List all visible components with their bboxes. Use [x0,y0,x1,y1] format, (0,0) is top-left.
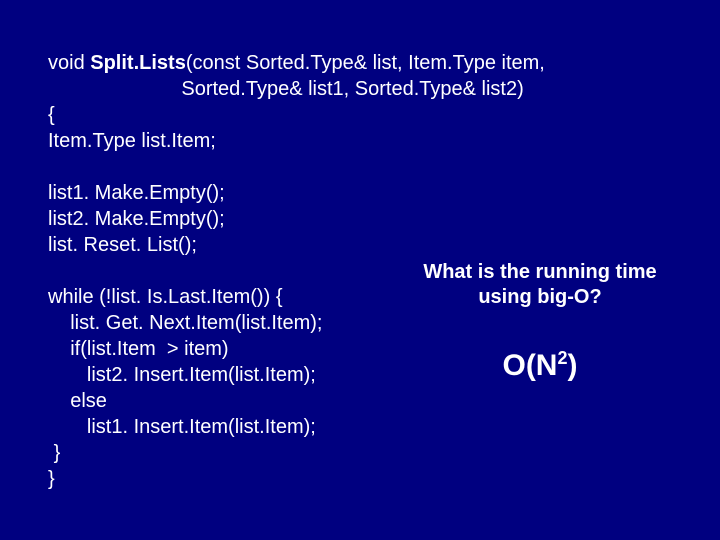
question-line1: What is the running time [423,261,656,283]
code-line-if: if(list.Item > item) [70,338,228,360]
code-line-get-next: list. Get. Next.Item(list.Item); [70,312,322,334]
code-line-make-empty-1: list1. Make.Empty(); [48,182,225,204]
code-line-make-empty-2: list2. Make.Empty(); [48,208,225,230]
answer-suffix: ) [568,349,578,382]
answer-prefix: O(N [502,349,557,382]
answer-text: O(N2) [400,346,680,385]
params-line1: (const Sorted.Type& list, Item.Type item… [186,52,545,74]
keyword-void: void [48,52,90,74]
code-line-else: else [70,390,107,412]
slide: void Split.Lists(const Sorted.Type& list… [0,0,720,540]
code-line-insert-list2: list2. Insert.Item(list.Item); [87,364,316,386]
right-panel: What is the running time using big-O? O(… [400,260,680,385]
var-declaration: Item.Type list.Item; [48,130,216,152]
code-line-insert-list1: list1. Insert.Item(list.Item); [87,416,316,438]
code-block: void Split.Lists(const Sorted.Type& list… [48,24,680,492]
question-line2: using big-O? [478,286,601,308]
code-line-while: while (!list. Is.Last.Item()) { [48,286,283,308]
answer-exponent: 2 [557,348,567,368]
close-brace-outer: } [48,468,55,490]
params-line2: Sorted.Type& list1, Sorted.Type& list2) [181,78,523,100]
code-line-reset-list: list. Reset. List(); [48,234,197,256]
question-text: What is the running time using big-O? [400,260,680,310]
function-name: Split.Lists [90,52,186,74]
close-brace-inner: } [54,442,61,464]
open-brace: { [48,104,55,126]
